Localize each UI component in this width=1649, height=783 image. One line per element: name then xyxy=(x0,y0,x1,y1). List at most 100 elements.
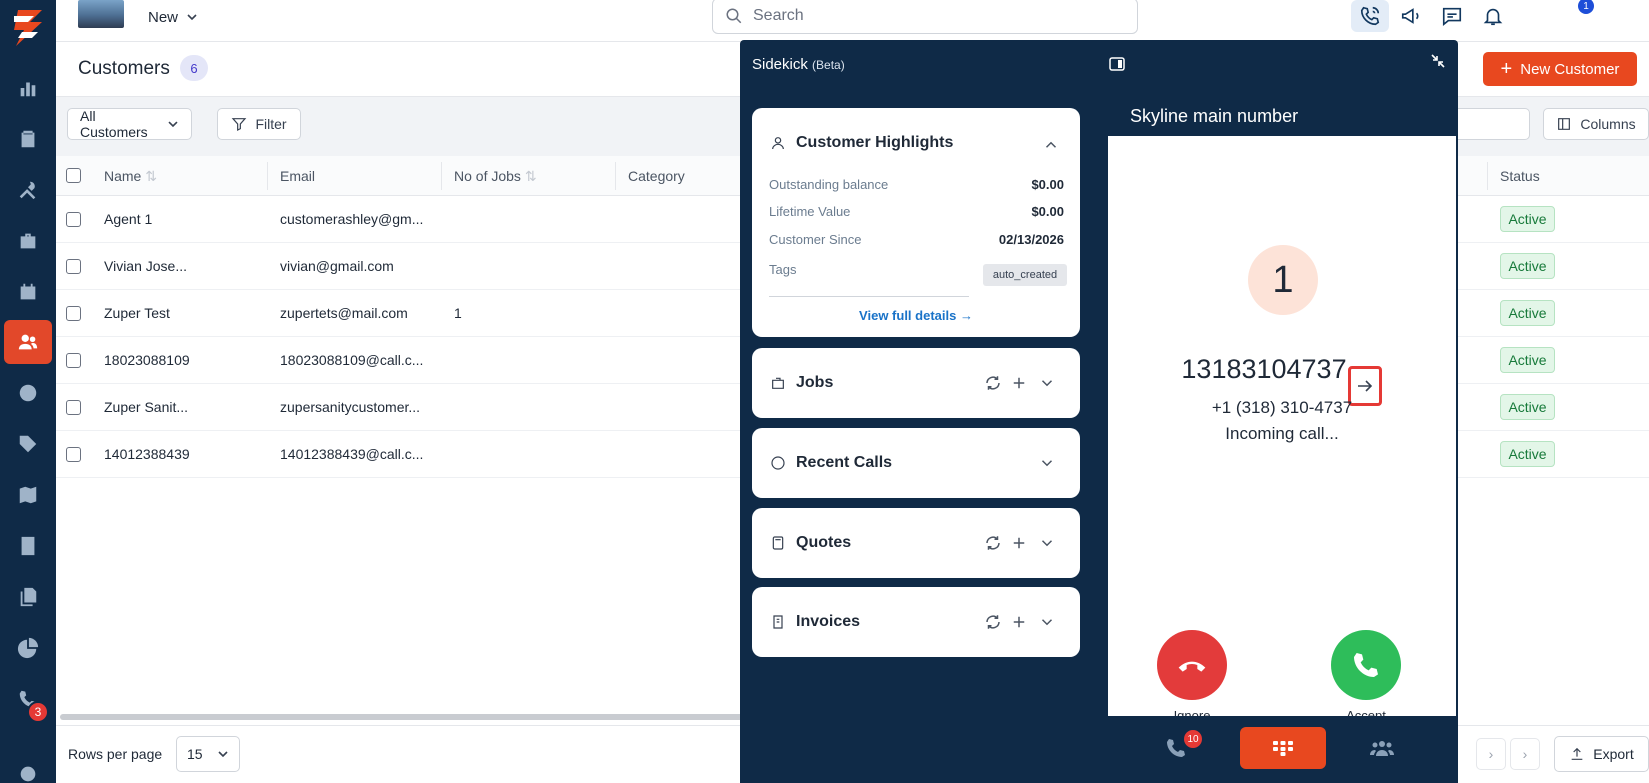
prev-page-button[interactable]: › xyxy=(1476,738,1506,770)
all-customers-dropdown[interactable]: All Customers xyxy=(67,108,192,140)
outstanding-balance-label: Outstanding balance xyxy=(769,177,889,192)
add-job-button[interactable] xyxy=(1010,374,1028,395)
filter-icon xyxy=(232,118,247,131)
hang-up-icon xyxy=(1178,661,1206,672)
sort-icon[interactable]: ⇅ xyxy=(145,168,157,184)
nav-map[interactable] xyxy=(4,473,52,517)
nav-reports[interactable] xyxy=(4,66,52,110)
refresh-jobs-button[interactable] xyxy=(984,374,1002,395)
nav-tools[interactable] xyxy=(4,168,52,212)
chat-icon xyxy=(1442,7,1462,26)
status-badge: Active xyxy=(1500,206,1555,232)
invoice-icon xyxy=(770,614,786,633)
phone-button[interactable] xyxy=(1351,0,1389,32)
invoices-card[interactable]: Invoices xyxy=(752,587,1080,657)
expand-invoices-button[interactable] xyxy=(1038,613,1056,634)
search-input[interactable]: Search xyxy=(712,0,1138,34)
tags-label: Tags xyxy=(769,262,797,277)
caller-number: 13183104737 xyxy=(1108,354,1456,385)
search-placeholder: Search xyxy=(753,7,804,24)
customer-name[interactable]: 18023088109 xyxy=(104,352,190,368)
next-page-button[interactable]: › xyxy=(1510,738,1540,770)
chevron-up-icon xyxy=(1045,141,1057,148)
zuper-logo[interactable] xyxy=(8,6,48,48)
row-checkbox[interactable] xyxy=(66,400,81,415)
add-invoice-button[interactable] xyxy=(1010,613,1028,634)
export-label: Export xyxy=(1593,746,1634,762)
nav-tasks[interactable] xyxy=(4,117,52,161)
notifications-button[interactable] xyxy=(1474,0,1512,32)
plus-icon xyxy=(1013,377,1025,389)
nav-jobs[interactable] xyxy=(4,219,52,263)
export-button[interactable]: Export xyxy=(1554,736,1649,772)
expand-quotes-button[interactable] xyxy=(1038,534,1056,555)
upload-icon xyxy=(1571,747,1583,760)
header-name[interactable]: Name ⇅ xyxy=(104,168,157,185)
customer-name[interactable]: Zuper Test xyxy=(104,305,170,321)
refresh-quotes-button[interactable] xyxy=(984,534,1002,555)
contacts-tab[interactable] xyxy=(1370,736,1394,763)
view-full-details-link[interactable]: View full details → xyxy=(752,308,1080,323)
chevron-down-icon xyxy=(1041,619,1053,626)
row-checkbox[interactable] xyxy=(66,212,81,227)
row-checkbox[interactable] xyxy=(66,447,81,462)
add-quote-button[interactable] xyxy=(1010,534,1028,555)
nav-documents[interactable] xyxy=(4,575,52,619)
column-divider xyxy=(267,162,268,190)
nav-analytics[interactable] xyxy=(4,626,52,670)
header-jobs[interactable]: No of Jobs ⇅ xyxy=(454,168,537,185)
sort-icon[interactable]: ⇅ xyxy=(525,168,537,184)
column-divider xyxy=(1487,162,1488,190)
row-checkbox[interactable] xyxy=(66,306,81,321)
customer-highlights-card: Customer Highlights Outstanding balance … xyxy=(752,108,1080,337)
call-status: Incoming call... xyxy=(1225,424,1339,443)
row-checkbox[interactable] xyxy=(66,353,81,368)
nav-customers[interactable] xyxy=(4,320,52,364)
chat-button[interactable] xyxy=(1433,0,1471,32)
quotes-card[interactable]: Quotes xyxy=(752,508,1080,578)
page-title: Customers xyxy=(78,58,170,79)
status-badge: Active xyxy=(1500,441,1555,467)
jobs-card[interactable]: Jobs xyxy=(752,348,1080,418)
filter-button[interactable]: Filter xyxy=(217,108,301,140)
new-customer-button[interactable]: + New Customer xyxy=(1483,52,1637,86)
collapse-highlights-button[interactable] xyxy=(1042,136,1060,157)
customer-email: customerashley@gm... xyxy=(280,211,424,227)
customer-name[interactable]: Agent 1 xyxy=(104,211,152,227)
new-dropdown[interactable]: New xyxy=(148,6,198,28)
expand-jobs-button[interactable] xyxy=(1038,374,1056,395)
map-icon xyxy=(19,486,37,504)
customer-name[interactable]: 14012388439 xyxy=(104,446,190,462)
company-logo-image[interactable] xyxy=(78,0,124,28)
expand-recent-calls-button[interactable] xyxy=(1038,454,1056,475)
bar-chart-icon xyxy=(20,82,36,97)
customer-name[interactable]: Vivian Jose... xyxy=(104,258,187,274)
customer-highlights-title: Customer Highlights xyxy=(796,134,954,151)
select-all-checkbox[interactable] xyxy=(66,168,81,183)
new-label: New xyxy=(148,8,179,26)
nav-schedule[interactable] xyxy=(4,270,52,314)
accept-call-button[interactable] xyxy=(1331,630,1401,700)
customer-name[interactable]: Zuper Sanit... xyxy=(104,399,188,415)
refresh-invoices-button[interactable] xyxy=(984,613,1002,634)
horizontal-scrollbar[interactable] xyxy=(60,714,760,720)
documents-icon xyxy=(20,587,37,607)
rows-per-page-select[interactable]: 15 xyxy=(176,736,240,772)
recent-calls-card[interactable]: Recent Calls xyxy=(752,428,1080,498)
team-icon xyxy=(1370,741,1394,756)
nav-calculator[interactable] xyxy=(4,524,52,568)
row-checkbox[interactable] xyxy=(66,259,81,274)
phone-line-title: Skyline main number xyxy=(1108,90,1456,136)
announcements-button[interactable] xyxy=(1392,0,1430,32)
columns-button[interactable]: Columns xyxy=(1543,108,1649,140)
ignore-call-button[interactable] xyxy=(1157,630,1227,700)
minimize-button[interactable] xyxy=(1429,52,1447,70)
caller-number-text: 13183104737 xyxy=(1181,354,1347,384)
dialpad-tab[interactable] xyxy=(1240,727,1326,769)
dock-panel-button[interactable] xyxy=(1109,56,1125,72)
nav-timesheets[interactable] xyxy=(4,371,52,415)
nav-settings[interactable] xyxy=(4,752,52,783)
header-email: Email xyxy=(280,168,316,184)
nav-pricing[interactable] xyxy=(4,422,52,466)
call-body: 1 13183104737 +1 (318) 310-4737 Incoming… xyxy=(1108,136,1456,723)
